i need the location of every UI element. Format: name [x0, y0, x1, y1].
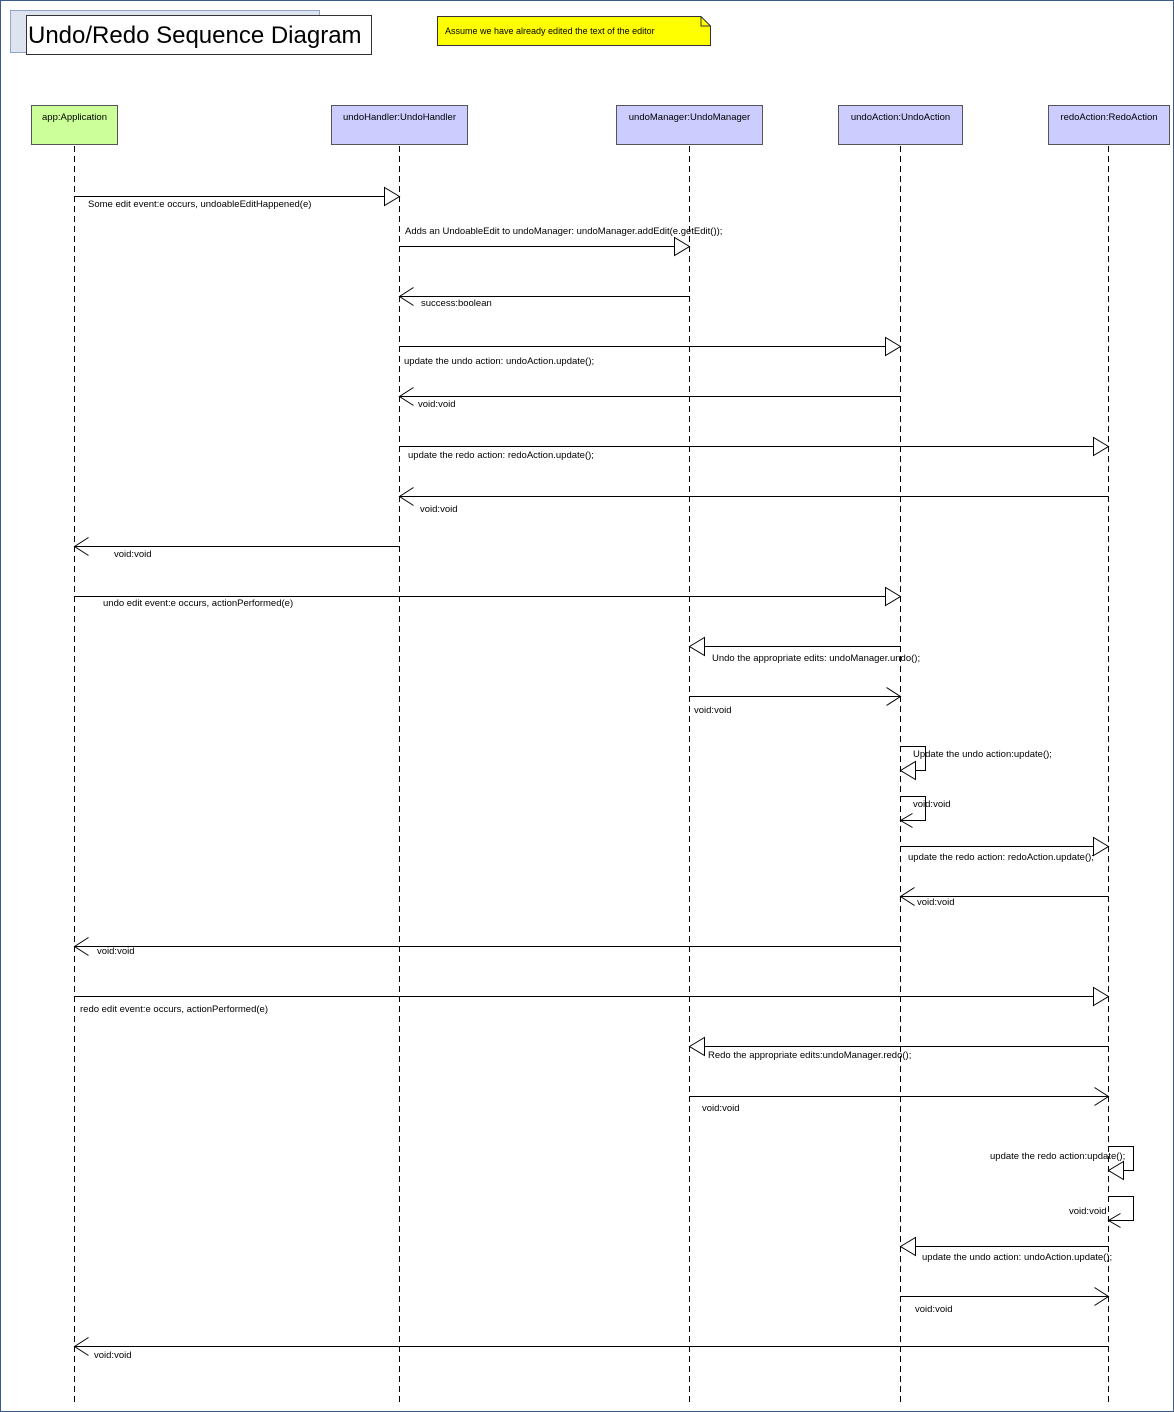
message-20-arrowhead: [1107, 1160, 1124, 1181]
message-7-label: void:void: [420, 504, 458, 515]
message-6-label: update the redo action: redoAction.updat…: [408, 450, 594, 461]
message-18-arrowhead: [688, 1036, 705, 1057]
message-20-label: update the redo action:update();: [990, 1151, 1125, 1162]
message-2-label: Adds an UndoableEdit to undoManager: und…: [405, 226, 722, 237]
message-17-label: redo edit event:e occurs, actionPerforme…: [80, 1004, 268, 1015]
message-13-label: void:void: [913, 799, 951, 810]
message-14-arrowhead: [1093, 836, 1110, 857]
message-3-label: success:boolean: [421, 298, 492, 309]
message-11-label: void:void: [694, 705, 732, 716]
message-16-label: void:void: [97, 946, 135, 957]
message-21-line: [1108, 1196, 1134, 1221]
message-9-arrowhead: [885, 586, 902, 607]
message-4-label: update the undo action: undoAction.updat…: [404, 356, 594, 367]
message-23-label: void:void: [915, 1304, 953, 1315]
message-12-label: Update the undo action:update();: [913, 749, 1052, 760]
message-10-label: Undo the appropriate edits: undoManager.…: [712, 653, 920, 664]
message-5-label: void:void: [418, 399, 456, 410]
message-2-arrowhead: [674, 236, 691, 257]
message-22-label: update the undo action: undoAction.updat…: [922, 1252, 1112, 1263]
message-10-arrowhead: [688, 636, 705, 657]
message-4-arrowhead: [885, 336, 902, 357]
message-9-label: undo edit event:e occurs, actionPerforme…: [103, 598, 293, 609]
message-6-arrowhead: [1093, 436, 1110, 457]
message-1-arrowhead: [384, 186, 401, 207]
message-18-label: Redo the appropriate edits:undoManager.r…: [708, 1050, 911, 1061]
sequence-diagram: Some edit event:e occurs, undoableEditHa…: [73, 146, 1134, 1402]
message-19-label: void:void: [702, 1103, 740, 1114]
message-15-label: void:void: [917, 897, 955, 908]
message-1-label: Some edit event:e occurs, undoableEditHa…: [88, 199, 311, 210]
message-21-label: void:void: [1069, 1206, 1107, 1217]
message-8-label: void:void: [114, 549, 152, 560]
message-17-arrowhead: [1093, 986, 1110, 1007]
message-24-label: void:void: [94, 1350, 132, 1361]
message-22-arrowhead: [899, 1236, 916, 1257]
message-12-arrowhead: [899, 760, 916, 781]
message-14-label: update the redo action: redoAction.updat…: [908, 852, 1094, 863]
